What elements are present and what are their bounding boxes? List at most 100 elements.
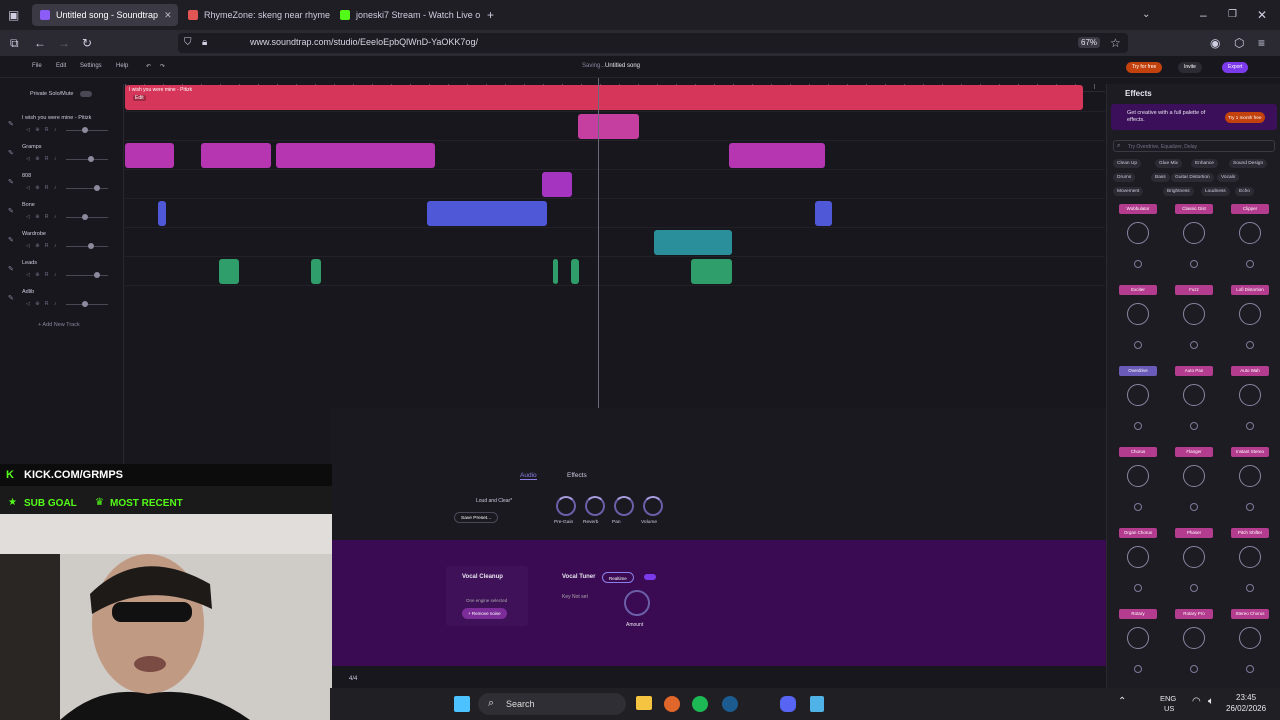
amount-knob[interactable] bbox=[624, 590, 650, 616]
tray-chevron-icon[interactable]: ⌃ bbox=[1118, 696, 1126, 707]
volume-icon[interactable]: 🔈︎ bbox=[1208, 696, 1214, 707]
play-icon[interactable] bbox=[1134, 260, 1142, 268]
track-controls[interactable]: ◁ ⊕ R ♪ bbox=[26, 272, 58, 278]
effect-chip[interactable]: Movement bbox=[1113, 187, 1144, 196]
effect-card[interactable]: Rotary bbox=[1119, 609, 1157, 679]
volume-knob[interactable] bbox=[82, 301, 88, 307]
audio-clip[interactable] bbox=[125, 143, 174, 168]
track-name[interactable]: I wish you were mine - Pitizk bbox=[22, 115, 91, 121]
volume-knob[interactable] bbox=[94, 272, 100, 278]
play-icon[interactable] bbox=[1134, 503, 1142, 511]
effect-card[interactable]: Flanger bbox=[1175, 447, 1213, 517]
track-header[interactable]: ✎ Bone ◁ ⊕ R ♪ bbox=[0, 199, 124, 227]
effect-card[interactable]: Rotary Pro bbox=[1175, 609, 1213, 679]
play-icon[interactable] bbox=[1190, 503, 1198, 511]
track-controls[interactable]: ◁ ⊕ R ♪ bbox=[26, 301, 58, 307]
effect-chip[interactable]: Enhance bbox=[1191, 159, 1218, 168]
close-tab-icon[interactable]: ✕ bbox=[480, 10, 482, 21]
audio-clip[interactable] bbox=[815, 201, 832, 226]
play-icon[interactable] bbox=[1246, 665, 1254, 673]
menu-settings[interactable]: Settings bbox=[80, 63, 102, 69]
play-icon[interactable] bbox=[1190, 341, 1198, 349]
effect-card[interactable]: Exciter bbox=[1119, 285, 1157, 355]
play-icon[interactable] bbox=[1246, 341, 1254, 349]
effect-chip[interactable]: Vocals bbox=[1217, 173, 1240, 182]
track-lane[interactable] bbox=[125, 142, 1105, 170]
track-header[interactable]: ✎ 808 ◁ ⊕ R ♪ bbox=[0, 170, 124, 198]
track-header[interactable]: ✎ Gramps ◁ ⊕ R ♪ bbox=[0, 141, 124, 169]
reload-icon[interactable]: ↻ bbox=[82, 35, 92, 51]
effect-chip[interactable]: Glue Mix bbox=[1155, 159, 1182, 168]
tab-soundtrap[interactable]: Untitled song - Soundtrap ✕ bbox=[32, 4, 178, 26]
clock-time[interactable]: 23:45 bbox=[1236, 693, 1256, 702]
volume-knob[interactable] bbox=[88, 156, 94, 162]
effect-card[interactable]: Lofi Distortion bbox=[1231, 285, 1269, 355]
forward-icon[interactable]: → bbox=[58, 35, 70, 51]
menu-icon[interactable]: ≡ bbox=[1258, 35, 1265, 51]
zoom-level[interactable]: 67% bbox=[1078, 37, 1101, 48]
tab-list-icon[interactable]: ▣ bbox=[8, 7, 19, 23]
play-icon[interactable] bbox=[1246, 584, 1254, 592]
audio-clip[interactable] bbox=[201, 143, 271, 168]
play-icon[interactable] bbox=[1190, 665, 1198, 673]
new-tab-icon[interactable]: + bbox=[487, 7, 494, 23]
track-name[interactable]: Leads bbox=[22, 260, 37, 266]
effect-card[interactable]: Fuzz bbox=[1175, 285, 1213, 355]
volume-knob[interactable] bbox=[88, 243, 94, 249]
preset-select[interactable]: Loud and Clear* bbox=[476, 498, 512, 504]
play-icon[interactable] bbox=[1134, 584, 1142, 592]
play-icon[interactable] bbox=[1246, 260, 1254, 268]
audio-clip[interactable] bbox=[427, 201, 547, 226]
effect-chip[interactable]: Bass bbox=[1151, 173, 1170, 182]
back-icon[interactable]: ← bbox=[34, 35, 46, 51]
knob-pan[interactable] bbox=[614, 496, 634, 516]
save-preset-button[interactable]: Save Preset... bbox=[454, 512, 499, 523]
tab-effects[interactable]: Effects bbox=[567, 472, 587, 479]
effect-chip[interactable]: Echo bbox=[1235, 187, 1254, 196]
effect-chip[interactable]: Loudness bbox=[1201, 187, 1230, 196]
audio-clip[interactable] bbox=[691, 259, 732, 284]
track-lane[interactable] bbox=[125, 171, 1105, 199]
realtime-badge[interactable]: Realtime bbox=[602, 572, 634, 583]
play-icon[interactable] bbox=[1134, 665, 1142, 673]
effect-card[interactable]: Chorus bbox=[1119, 447, 1157, 517]
play-icon[interactable] bbox=[1190, 422, 1198, 430]
track-header[interactable]: ✎ Wardrobe ◁ ⊕ R ♪ bbox=[0, 228, 124, 256]
effect-card[interactable]: Auto Pan bbox=[1175, 366, 1213, 436]
track-header[interactable]: ✎ I wish you were mine - Pitizk ◁ ⊕ R ♪ bbox=[0, 112, 124, 140]
track-controls[interactable]: ◁ ⊕ R ♪ bbox=[26, 127, 58, 133]
knob-pre-gain[interactable] bbox=[556, 496, 576, 516]
volume-slider[interactable] bbox=[66, 246, 108, 247]
track-controls[interactable]: ◁ ⊕ R ♪ bbox=[26, 185, 58, 191]
url-text[interactable]: www.soundtrap.com/studio/EeeloEpbQlWnD-Y… bbox=[250, 37, 478, 47]
track-name[interactable]: 808 bbox=[22, 173, 31, 179]
clip-edit-button[interactable]: Edit bbox=[133, 95, 146, 101]
effect-card[interactable]: Pitch Shifter bbox=[1231, 528, 1269, 598]
wifi-icon[interactable]: ◠ bbox=[1192, 696, 1201, 707]
track-header[interactable]: ✎ Adlib ◁ ⊕ R ♪ bbox=[0, 286, 124, 314]
effect-card[interactable]: Wobbulator bbox=[1119, 204, 1157, 274]
minimize-icon[interactable]: – bbox=[1200, 7, 1207, 23]
tab-kick[interactable]: joneski7 Stream - Watch Live o ✕ bbox=[332, 4, 482, 26]
private-solo-mute-toggle[interactable] bbox=[80, 91, 92, 97]
effect-chip[interactable]: Drums bbox=[1113, 173, 1136, 182]
play-icon[interactable] bbox=[1246, 422, 1254, 430]
windows-start-icon[interactable] bbox=[454, 696, 470, 712]
track-lane[interactable] bbox=[125, 229, 1105, 257]
play-icon[interactable] bbox=[1134, 341, 1142, 349]
vocal-tuner-toggle[interactable] bbox=[644, 574, 656, 580]
audio-clip[interactable] bbox=[542, 172, 572, 197]
track-controls[interactable]: ◁ ⊕ R ♪ bbox=[26, 156, 58, 162]
effect-chip[interactable]: Guitar Distortion bbox=[1171, 173, 1214, 182]
close-window-icon[interactable]: ✕ bbox=[1257, 7, 1267, 23]
extensions-icon[interactable]: ⬡ bbox=[1234, 35, 1244, 51]
firefox-icon[interactable] bbox=[664, 696, 680, 712]
play-icon[interactable] bbox=[1246, 503, 1254, 511]
audio-clip[interactable] bbox=[729, 143, 825, 168]
undo-icon[interactable]: ↶ bbox=[146, 63, 151, 70]
audio-clip[interactable] bbox=[125, 85, 1083, 110]
track-name[interactable]: Bone bbox=[22, 202, 35, 208]
volume-slider[interactable] bbox=[66, 159, 108, 160]
effect-chip[interactable]: Clean Up bbox=[1113, 159, 1141, 168]
knob-volume[interactable] bbox=[643, 496, 663, 516]
